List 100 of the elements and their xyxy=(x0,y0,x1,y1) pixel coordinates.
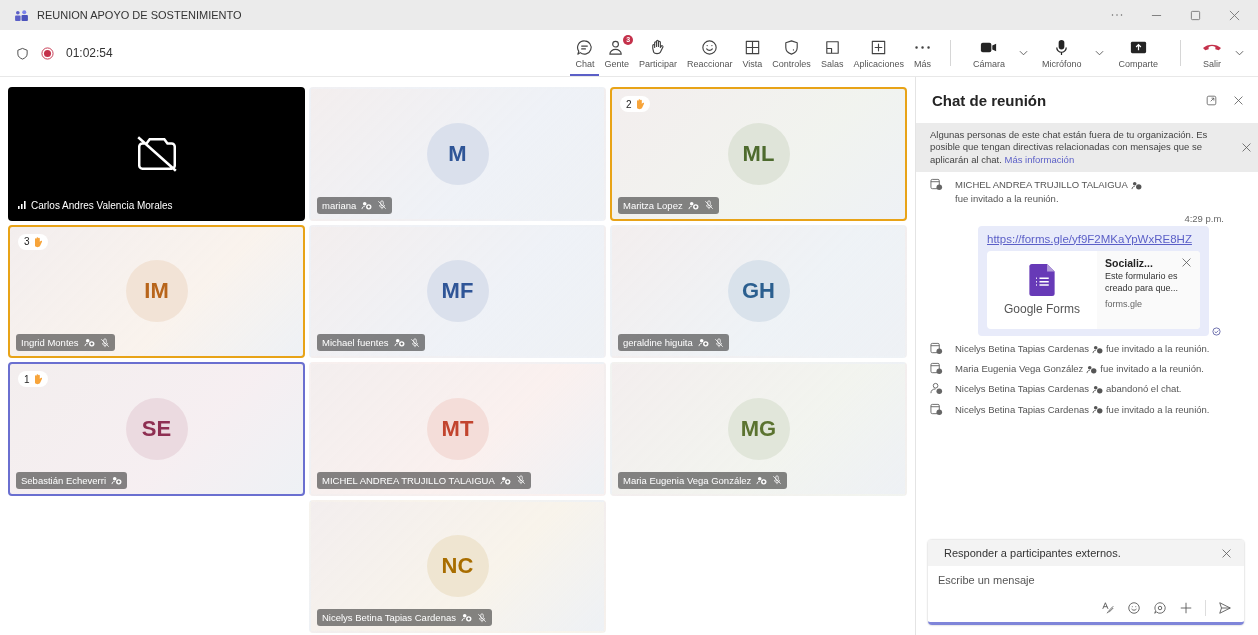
event-text: abandonó el chat. xyxy=(1105,382,1182,397)
smiley-icon xyxy=(700,37,720,57)
muted-mic-icon xyxy=(515,475,526,485)
caret-icon[interactable] xyxy=(1235,50,1244,56)
leave-button[interactable]: Salir xyxy=(1195,30,1229,76)
muted-mic-icon xyxy=(772,475,783,485)
external-user-icon xyxy=(111,475,123,485)
window-title: REUNION APOYO DE SOSTENIMIENTO xyxy=(37,9,242,21)
participant-name: mariana xyxy=(322,199,357,211)
form-link[interactable]: https://forms.gle/yf9F2MKaYpWxRE8HZ xyxy=(987,231,1200,246)
preview-title: Socializ... xyxy=(1105,256,1153,269)
avatar: ML xyxy=(727,122,790,185)
avatar: GH xyxy=(727,260,790,323)
signal-icon xyxy=(18,201,26,209)
toolbar-tab[interactable]: Vista xyxy=(737,30,768,76)
close-icon[interactable] xyxy=(1181,257,1192,269)
event-text: fue invitado a la reunión. xyxy=(1100,362,1204,377)
external-user-icon xyxy=(756,475,768,485)
brand-text: Google Forms xyxy=(1004,301,1080,316)
participant-name: Maria Eugenia Vega González xyxy=(623,474,752,486)
pop-out-icon[interactable] xyxy=(1206,94,1217,106)
external-user-icon xyxy=(460,613,472,622)
meeting-timer: 01:02:54 xyxy=(66,46,113,60)
calendar-icon xyxy=(930,341,943,355)
participant-name: Carlos Andres Valencia Morales xyxy=(31,199,173,211)
more-icon xyxy=(914,45,930,49)
device-button[interactable]: Cámara xyxy=(964,30,1013,76)
maximize-icon[interactable] xyxy=(1190,9,1201,21)
hand-order: 1 xyxy=(24,373,30,385)
close-icon[interactable] xyxy=(1241,142,1252,153)
more-icon[interactable] xyxy=(1111,13,1123,17)
preview-description: Este formulario es creado para que... xyxy=(1105,270,1180,295)
message-input[interactable]: Escribe un mensaje xyxy=(928,566,1244,594)
device-button[interactable]: Micrófono xyxy=(1033,30,1090,76)
avatar: MG xyxy=(727,397,790,460)
format-icon[interactable] xyxy=(1101,601,1115,615)
message-time: 4:29 p.m. xyxy=(1184,212,1224,224)
device-button[interactable]: Comparte xyxy=(1110,30,1166,76)
notice-text: Algunas personas de este chat están fuera de tu organización. Es posible que tengan directivas relacionadas con mensajes que se aplicarán al chat. Más información xyxy=(930,129,1209,167)
participant-name: MICHEL ANDREA TRUJILLO TALAIGUA xyxy=(322,474,495,486)
participant-name: Ingrid Montes xyxy=(21,337,79,348)
toolbar-tab[interactable]: Más xyxy=(908,30,936,76)
external-user-icon xyxy=(1130,180,1142,190)
close-icon[interactable] xyxy=(1229,9,1240,21)
external-user-icon xyxy=(1091,385,1103,395)
muted-mic-icon xyxy=(99,337,110,348)
reply-banner-text: Responder a participantes externos. xyxy=(944,547,1121,559)
shield-icon[interactable] xyxy=(16,46,29,60)
participant-name: Maria Eugenia Vega González xyxy=(955,362,1084,377)
sticker-icon[interactable] xyxy=(1153,601,1167,615)
plus-icon[interactable] xyxy=(1179,601,1193,615)
toolbar-tab[interactable]: Salas xyxy=(815,30,849,76)
muted-mic-icon xyxy=(713,337,724,348)
external-user-icon xyxy=(1091,344,1103,354)
smiley-icon[interactable] xyxy=(1127,601,1141,615)
calendar-icon xyxy=(930,402,943,416)
send-icon[interactable] xyxy=(1218,601,1232,615)
more-info-link[interactable]: Más información xyxy=(1004,153,1075,165)
participant-name: Nicelys Betina Tapias Cardenas xyxy=(322,612,456,623)
muted-mic-icon xyxy=(409,337,420,348)
participant-name: Maritza Lopez xyxy=(623,199,683,211)
muted-mic-icon xyxy=(703,200,714,210)
toolbar-tab[interactable]: Participar xyxy=(633,30,682,76)
hand-order: 2 xyxy=(626,98,632,110)
close-icon[interactable] xyxy=(1233,94,1244,106)
avatar: MT xyxy=(426,397,489,460)
chat-icon xyxy=(575,37,595,57)
external-user-icon xyxy=(361,200,373,210)
caret-icon[interactable] xyxy=(1018,50,1028,56)
toolbar-tab[interactable]: Aplicaciones xyxy=(848,30,909,76)
external-user-icon xyxy=(499,475,511,485)
toolbar-tab[interactable]: Chat xyxy=(570,30,600,76)
form-document-icon xyxy=(1029,263,1055,296)
calendar-icon xyxy=(930,362,943,376)
close-icon[interactable] xyxy=(1221,547,1232,559)
hand-order: 3 xyxy=(24,236,30,247)
toolbar-tab[interactable]: Controles xyxy=(767,30,816,76)
avatar: IM xyxy=(125,260,188,323)
avatar: MF xyxy=(426,260,489,323)
event-text: fue invitado a la reunión. xyxy=(955,192,1059,207)
toolbar-tab[interactable]: Reaccionar xyxy=(681,30,738,76)
link-preview-card[interactable]: Google Forms Socializ... Este formulario es creado para que... forms.gle xyxy=(987,250,1200,329)
participant-name: Michael fuentes xyxy=(322,337,389,348)
participant-name: Nicelys Betina Tapias Cardenas xyxy=(955,341,1089,356)
participant-name: Sebastián Echeverri xyxy=(21,474,107,486)
participant-name: Nicelys Betina Tapias Cardenas xyxy=(955,402,1089,417)
chat-title: Chat de reunión xyxy=(932,91,1047,109)
caret-icon[interactable] xyxy=(1095,50,1105,56)
external-user-icon xyxy=(687,200,699,210)
sent-check-icon xyxy=(1212,326,1221,336)
external-user-icon xyxy=(83,338,95,347)
teams-icon xyxy=(14,9,29,21)
phone-icon xyxy=(1203,43,1221,51)
calendar-icon xyxy=(930,178,943,192)
external-user-icon xyxy=(1091,405,1103,415)
avatar: SE xyxy=(125,397,188,460)
event-text: fue invitado a la reunión. xyxy=(1105,402,1210,417)
external-user-icon xyxy=(697,338,709,347)
external-user-icon xyxy=(393,338,405,347)
avatar: NC xyxy=(426,535,489,598)
